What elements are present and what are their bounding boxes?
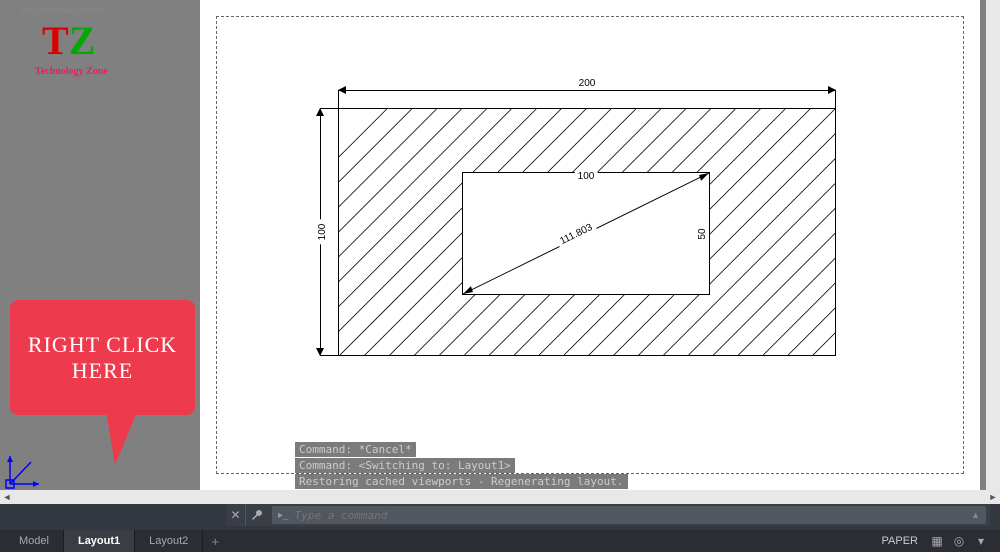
grid-icon[interactable]: ▦	[926, 530, 948, 552]
outer-rectangle: 100 50 111.803	[338, 108, 836, 356]
command-input[interactable]	[295, 509, 971, 522]
paper-space[interactable]: 200 100	[200, 0, 980, 490]
dim-inner-width: 100	[575, 171, 598, 182]
dim-outer-width: 200	[575, 78, 600, 89]
ucs-icon	[5, 452, 43, 490]
scroll-track[interactable]	[14, 490, 986, 504]
command-input-bar: ✕ ▸_ ▲	[226, 504, 990, 526]
tab-layout2[interactable]: Layout2	[135, 530, 203, 552]
status-right: PAPER ▦ ◎ ▾	[882, 530, 1000, 552]
tab-layout1[interactable]: Layout1	[64, 530, 135, 552]
layout-tabs: Model Layout1 Layout2 +	[5, 530, 227, 552]
wrench-icon[interactable]	[246, 504, 268, 526]
logo: www.technologyzone.in TZ Technology Zone	[20, 5, 140, 85]
bottom-bar: Model Layout1 Layout2 + PAPER ▦ ◎ ▾	[0, 530, 1000, 552]
logo-tagline: Technology Zone	[35, 66, 108, 77]
chevron-down-icon[interactable]: ▾	[970, 530, 992, 552]
dim-outer-height: 100	[317, 220, 328, 245]
drawing: 200 100	[300, 70, 860, 380]
target-icon[interactable]: ◎	[948, 530, 970, 552]
command-prompt[interactable]: ▸_ ▲	[272, 506, 986, 524]
logo-letter-t: T	[42, 18, 69, 63]
vertical-scrollbar[interactable]	[986, 0, 1000, 490]
dimension-top: 200	[338, 80, 836, 100]
dim-inner-height: 50	[697, 225, 708, 242]
cmd-history-line: Command: <Switching to: Layout1>	[295, 458, 515, 473]
logo-url: www.technologyzone.in	[20, 5, 105, 15]
callout-tail	[105, 405, 140, 465]
cmd-history-line: Restoring cached viewports - Regeneratin…	[295, 474, 628, 489]
cmd-history-line: Command: *Cancel*	[295, 442, 416, 457]
inner-rectangle: 100 50 111.803	[462, 172, 710, 295]
logo-letter-z: Z	[69, 18, 96, 63]
callout-bubble: RIGHT CLICK HERE	[10, 300, 195, 415]
close-icon[interactable]: ✕	[226, 504, 246, 526]
scroll-left-icon[interactable]: ◄	[0, 490, 14, 504]
dimension-left: 100	[310, 108, 330, 356]
space-label: PAPER	[882, 535, 918, 547]
command-history: Command: *Cancel* Command: <Switching to…	[295, 442, 965, 490]
prompt-icon: ▸_	[278, 510, 289, 521]
tab-model[interactable]: Model	[5, 530, 64, 552]
chevron-up-icon[interactable]: ▲	[971, 510, 980, 520]
canvas-area[interactable]: 200 100	[0, 0, 1000, 490]
add-tab-button[interactable]: +	[203, 530, 227, 552]
horizontal-scrollbar[interactable]: ◄ ►	[0, 490, 1000, 504]
scroll-right-icon[interactable]: ►	[986, 490, 1000, 504]
callout-text: RIGHT CLICK HERE	[20, 332, 185, 384]
